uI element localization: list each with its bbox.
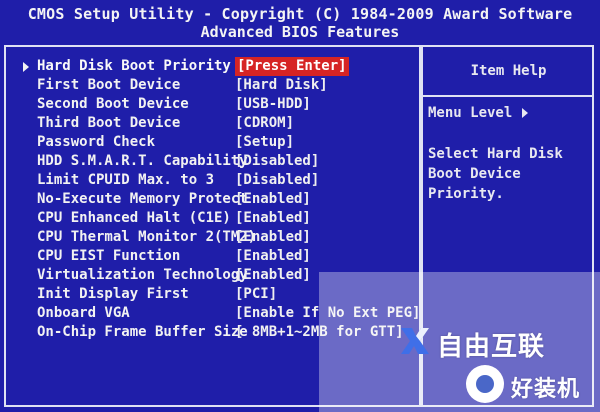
setting-label: CPU EIST Function bbox=[37, 248, 181, 264]
submenu-arrow-icon bbox=[23, 62, 29, 72]
setting-value[interactable]: [Enabled] bbox=[235, 266, 311, 285]
setting-label: No-Execute Memory Protect bbox=[37, 191, 248, 207]
setting-value[interactable]: [Enabled] bbox=[235, 228, 311, 247]
setting-value[interactable]: [Disabled] bbox=[235, 152, 319, 171]
setting-value[interactable]: [PCI] bbox=[235, 285, 277, 304]
setting-label: Virtualization Technology bbox=[37, 267, 248, 283]
help-description: Select Hard Disk Boot Device Priority. bbox=[428, 146, 563, 202]
setting-label: On-Chip Frame Buffer Size bbox=[37, 324, 248, 340]
setting-label: Hard Disk Boot Priority bbox=[37, 58, 231, 74]
setting-label: Second Boot Device bbox=[37, 96, 189, 112]
setting-row-second-boot-device[interactable]: Second Boot Device [USB-HDD] bbox=[6, 95, 416, 114]
setting-row-c1e[interactable]: CPU Enhanced Halt (C1E) [Enabled] bbox=[6, 209, 416, 228]
setting-row-eist[interactable]: CPU EIST Function [Enabled] bbox=[6, 247, 416, 266]
setting-value[interactable]: [Enabled] bbox=[235, 190, 311, 209]
watermark-brand-text: 自由互联 bbox=[437, 332, 546, 362]
bios-header: CMOS Setup Utility - Copyright (C) 1984-… bbox=[0, 0, 600, 42]
help-separator bbox=[423, 95, 594, 97]
setting-value-selected[interactable]: [Press Enter] bbox=[235, 57, 349, 76]
setting-value[interactable]: [Setup] bbox=[235, 133, 294, 152]
x-logo-icon bbox=[401, 328, 429, 354]
menu-level-arrow-icon bbox=[522, 108, 529, 118]
setting-row-hdd-smart[interactable]: HDD S.M.A.R.T. Capability [Disabled] bbox=[6, 152, 416, 171]
bios-title: CMOS Setup Utility - Copyright (C) 1984-… bbox=[27, 5, 573, 23]
setting-row-tm2[interactable]: CPU Thermal Monitor 2(TM2) [Enabled] bbox=[6, 228, 416, 247]
setting-value[interactable]: [Disabled] bbox=[235, 171, 319, 190]
setting-label: Third Boot Device bbox=[37, 115, 181, 131]
setting-label: CPU Enhanced Halt (C1E) bbox=[37, 210, 231, 226]
setting-value[interactable]: [CDROM] bbox=[235, 114, 294, 133]
setting-label: Init Display First bbox=[37, 286, 189, 302]
setting-label: Password Check bbox=[37, 134, 156, 150]
menu-level: Menu Level bbox=[428, 105, 529, 121]
setting-label: Onboard VGA bbox=[37, 305, 130, 321]
bios-screen: CMOS Setup Utility - Copyright (C) 1984-… bbox=[0, 0, 600, 412]
setting-row-hard-disk-boot-priority[interactable]: Hard Disk Boot Priority [Press Enter] bbox=[6, 57, 416, 76]
bios-subtitle: Advanced BIOS Features bbox=[200, 23, 400, 41]
setting-label: CPU Thermal Monitor 2(TM2) bbox=[37, 229, 257, 245]
setting-value[interactable]: [Enabled] bbox=[235, 247, 311, 266]
setting-row-limit-cpuid[interactable]: Limit CPUID Max. to 3 [Disabled] bbox=[6, 171, 416, 190]
setting-label: Limit CPUID Max. to 3 bbox=[37, 172, 215, 188]
setting-row-third-boot-device[interactable]: Third Boot Device [CDROM] bbox=[6, 114, 416, 133]
watermark-circle-icon bbox=[466, 365, 504, 403]
setting-value[interactable]: [Hard Disk] bbox=[235, 76, 328, 95]
setting-row-first-boot-device[interactable]: First Boot Device [Hard Disk] bbox=[6, 76, 416, 95]
setting-row-password-check[interactable]: Password Check [Setup] bbox=[6, 133, 416, 152]
setting-label: HDD S.M.A.R.T. Capability bbox=[37, 153, 248, 169]
setting-value[interactable]: [USB-HDD] bbox=[235, 95, 311, 114]
item-help-title: Item Help bbox=[470, 63, 547, 79]
menu-level-label: Menu Level bbox=[428, 105, 513, 121]
setting-label: First Boot Device bbox=[37, 77, 181, 93]
setting-value[interactable]: [Enabled] bbox=[235, 209, 311, 228]
watermark-site-text: 好装机 bbox=[511, 377, 581, 402]
setting-row-no-execute[interactable]: No-Execute Memory Protect [Enabled] bbox=[6, 190, 416, 209]
